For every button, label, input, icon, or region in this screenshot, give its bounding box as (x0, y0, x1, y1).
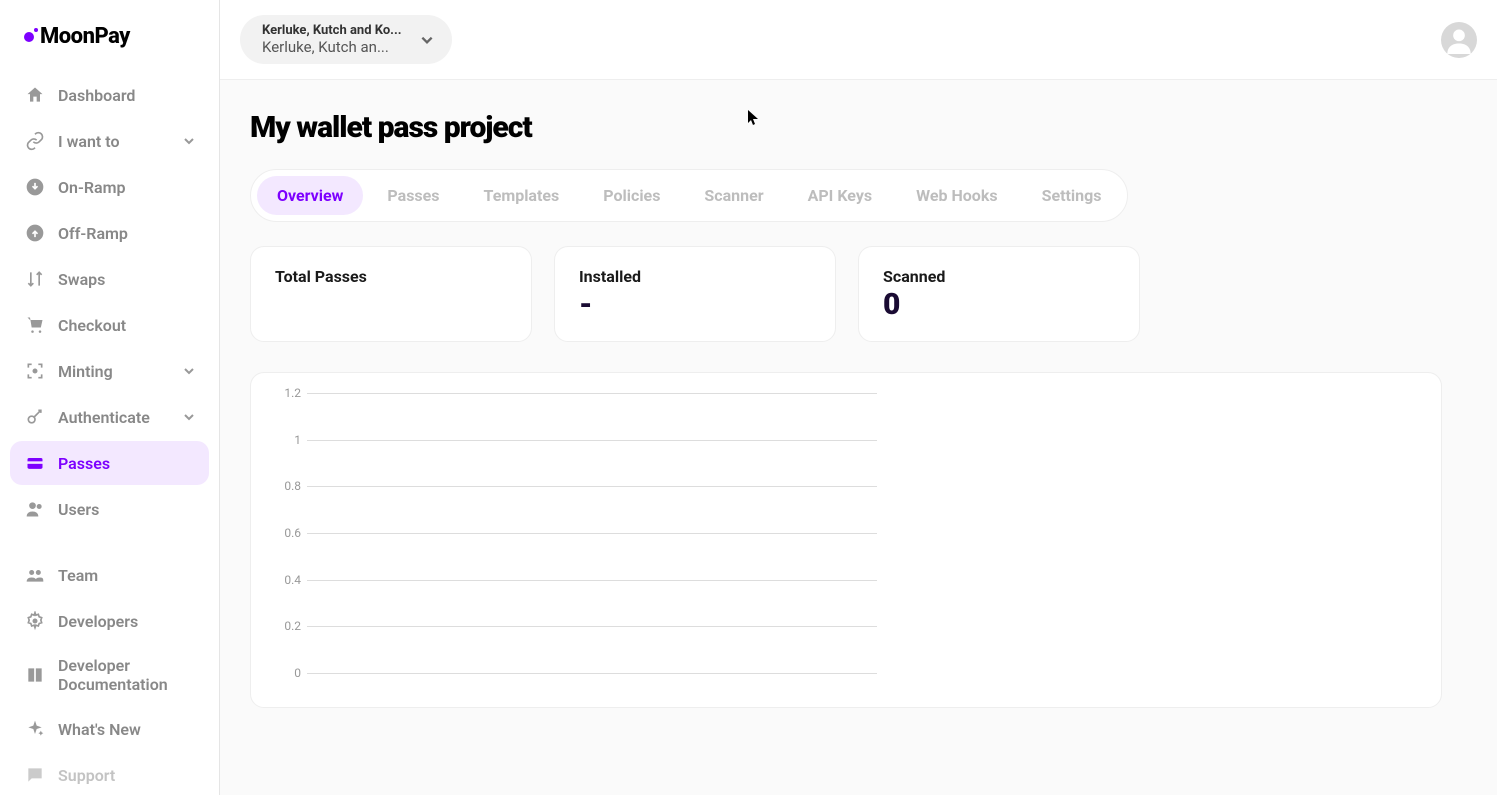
chat-icon (24, 764, 46, 786)
topbar: Kerluke, Kutch and Ko... Kerluke, Kutch … (220, 0, 1497, 80)
chart-gridline (307, 626, 877, 627)
sidebar-item-devdocs[interactable]: Developer Documentation (10, 645, 209, 705)
sidebar-item-label: Users (58, 500, 195, 519)
chart-card: 0 0.2 0.4 0.6 0.8 1 1.2 (250, 372, 1442, 708)
sidebar-item-label: Developers (58, 612, 195, 631)
stat-label: Scanned (883, 267, 1115, 286)
chart-gridline (307, 440, 877, 441)
chart-gridline (307, 580, 877, 581)
sidebar-item-users[interactable]: Users (10, 487, 209, 531)
sidebar-item-label: Team (58, 566, 195, 585)
team-icon (24, 564, 46, 586)
book-icon (24, 664, 46, 686)
arrow-down-circle-icon (24, 176, 46, 198)
tab-templates[interactable]: Templates (464, 176, 580, 215)
chart-gridline (307, 486, 877, 487)
stat-value: 0 (883, 288, 1115, 321)
sidebar-item-authenticate[interactable]: Authenticate (10, 395, 209, 439)
brand-logo[interactable]: MoonPay (10, 20, 209, 73)
sidebar-item-onramp[interactable]: On-Ramp (10, 165, 209, 209)
sidebar-item-label: On-Ramp (58, 178, 195, 197)
stat-scanned: Scanned 0 (858, 246, 1140, 342)
stat-installed: Installed - (554, 246, 836, 342)
tab-settings[interactable]: Settings (1022, 176, 1122, 215)
chart: 00.20.40.60.811.2 (271, 393, 1421, 683)
sidebar: MoonPay Dashboard I want to On-Ramp Off-… (0, 0, 220, 795)
sidebar-item-checkout[interactable]: Checkout (10, 303, 209, 347)
tab-scanner[interactable]: Scanner (684, 176, 783, 215)
sidebar-item-offramp[interactable]: Off-Ramp (10, 211, 209, 255)
org-subname: Kerluke, Kutch an... (262, 38, 402, 56)
sidebar-item-dashboard[interactable]: Dashboard (10, 73, 209, 117)
home-icon (24, 84, 46, 106)
sidebar-item-label: Off-Ramp (58, 224, 195, 243)
sidebar-item-label: Support (58, 766, 195, 785)
chart-gridline (307, 673, 877, 674)
chevron-down-icon (183, 365, 195, 377)
chart-ytick: 0.6 (271, 526, 301, 540)
sidebar-item-label: Authenticate (58, 408, 171, 427)
content: My wallet pass project Overview Passes T… (220, 80, 1497, 795)
chart-ytick: 0.2 (271, 619, 301, 633)
chevron-down-icon (183, 411, 195, 423)
key-icon (24, 406, 46, 428)
chart-ytick: 0 (271, 666, 301, 680)
sidebar-item-support[interactable]: Support (10, 753, 209, 795)
stat-total-passes: Total Passes (250, 246, 532, 342)
tab-overview[interactable]: Overview (257, 176, 363, 215)
sidebar-item-label: Swaps (58, 270, 195, 289)
org-name: Kerluke, Kutch and Ko... (262, 23, 402, 38)
sidebar-item-label: Dashboard (58, 86, 195, 105)
tab-policies[interactable]: Policies (583, 176, 680, 215)
tab-apikeys[interactable]: API Keys (788, 176, 893, 215)
cart-icon (24, 314, 46, 336)
sidebar-item-whatsnew[interactable]: What's New (10, 707, 209, 751)
sidebar-item-label: I want to (58, 132, 171, 151)
brand-name: MoonPay (40, 24, 130, 49)
tabs: Overview Passes Templates Policies Scann… (250, 169, 1128, 222)
gear-icon (24, 610, 46, 632)
chart-ytick: 0.8 (271, 479, 301, 493)
page-title: My wallet pass project (250, 110, 1467, 145)
logo-dot-icon (24, 32, 34, 42)
org-selector[interactable]: Kerluke, Kutch and Ko... Kerluke, Kutch … (240, 15, 452, 64)
stat-cards: Total Passes Installed - Scanned 0 (250, 246, 1467, 342)
sidebar-item-iwantto[interactable]: I want to (10, 119, 209, 163)
arrow-up-circle-icon (24, 222, 46, 244)
wallet-icon (24, 452, 46, 474)
chevron-down-icon (183, 135, 195, 147)
cursor-icon (748, 110, 760, 126)
sidebar-item-label: Checkout (58, 316, 195, 335)
users-icon (24, 498, 46, 520)
sparkle-icon (24, 718, 46, 740)
sidebar-item-minting[interactable]: Minting (10, 349, 209, 393)
chevron-down-icon (420, 33, 434, 47)
sidebar-item-swaps[interactable]: Swaps (10, 257, 209, 301)
sidebar-item-passes[interactable]: Passes (10, 441, 209, 485)
sidebar-item-label: What's New (58, 720, 195, 739)
sidebar-item-developers[interactable]: Developers (10, 599, 209, 643)
swap-icon (24, 268, 46, 290)
sidebar-item-label: Minting (58, 362, 171, 381)
focus-icon (24, 360, 46, 382)
sidebar-item-label: Passes (58, 454, 195, 473)
stat-value: - (579, 288, 811, 321)
chart-ytick: 0.4 (271, 573, 301, 587)
tab-passes[interactable]: Passes (367, 176, 459, 215)
tab-webhooks[interactable]: Web Hooks (896, 176, 1018, 215)
sidebar-item-team[interactable]: Team (10, 553, 209, 597)
chart-gridline (307, 533, 877, 534)
link-icon (24, 130, 46, 152)
chart-ytick: 1.2 (271, 386, 301, 400)
avatar[interactable] (1441, 22, 1477, 58)
sidebar-item-label: Developer Documentation (58, 656, 195, 694)
stat-label: Installed (579, 267, 811, 286)
chart-gridline (307, 393, 877, 394)
stat-label: Total Passes (275, 267, 507, 286)
main: Kerluke, Kutch and Ko... Kerluke, Kutch … (220, 0, 1497, 795)
chart-ytick: 1 (271, 433, 301, 447)
